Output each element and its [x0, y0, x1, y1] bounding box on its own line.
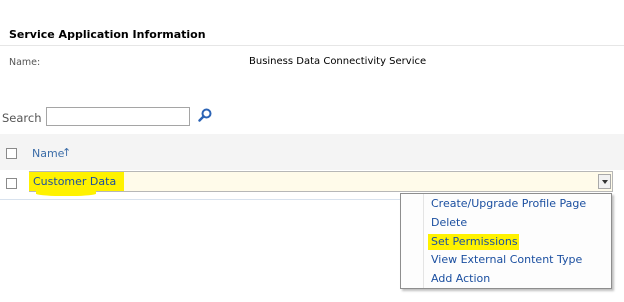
menu-item-set-permissions[interactable]: Set Permissions [431, 235, 518, 248]
section-title: Service Application Information [9, 28, 206, 41]
menu-item-add-action[interactable]: Add Action [431, 272, 490, 285]
row-checkbox[interactable] [6, 178, 17, 189]
table-header [0, 134, 624, 170]
row-menu-button[interactable] [598, 174, 611, 189]
menu-item-delete[interactable]: Delete [431, 216, 467, 229]
menu-item-create-upgrade-profile-page[interactable]: Create/Upgrade Profile Page [431, 197, 586, 210]
page: Service Application Information Name: Bu… [0, 0, 624, 302]
row-highlight-mark-tail [36, 190, 96, 196]
menu-item-view-external-content-type[interactable]: View External Content Type [431, 253, 582, 266]
name-label: Name: [9, 57, 41, 68]
search-label: Search [2, 111, 42, 125]
name-value: Business Data Connectivity Service [249, 56, 427, 67]
chevron-down-icon [602, 180, 608, 184]
search-input[interactable] [46, 107, 190, 126]
select-all-checkbox[interactable] [6, 148, 17, 159]
search-icon[interactable] [198, 108, 212, 122]
table-bottom-border [0, 199, 400, 200]
name-column-header[interactable]: Name [32, 147, 64, 160]
sort-ascending-icon: ↑ [62, 146, 72, 159]
section-divider [0, 45, 624, 46]
menu-icon-gutter [423, 194, 424, 288]
context-menu: Create/Upgrade Profile Page Delete Set P… [400, 193, 612, 289]
row-name-link[interactable]: Customer Data [33, 175, 116, 188]
